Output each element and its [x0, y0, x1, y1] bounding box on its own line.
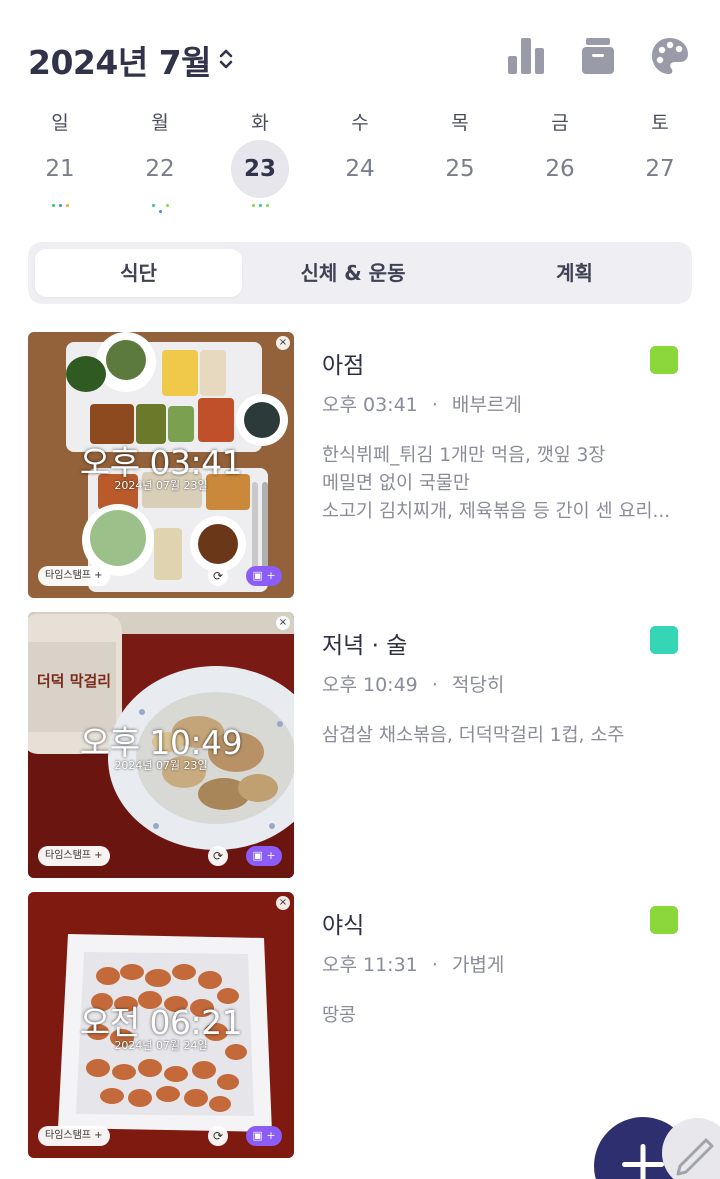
tab-body-exercise[interactable]: 신체 & 운동 [242, 249, 464, 297]
meta-separator: · [431, 394, 438, 416]
day-of-week: 목 [451, 112, 469, 134]
meal-meta: 오후 10:49 · 적당히 [322, 670, 504, 697]
day-cell[interactable]: 목 25 [410, 100, 510, 230]
entry-dot [265, 204, 269, 207]
meal-entry[interactable]: 더덕 막걸리 × 오후 10:49 2024년 07월 23일 타임스탬프 + … [28, 612, 692, 878]
meal-time: 오후 03:41 [322, 394, 418, 416]
tab-diet[interactable]: 식단 [35, 249, 242, 297]
photo-date: 2024년 07월 23일 [114, 759, 208, 772]
day-of-week: 월 [151, 112, 169, 134]
meal-fullness: 적당히 [451, 674, 505, 696]
day-of-week: 화 [251, 112, 269, 134]
entry-dot [251, 204, 255, 207]
bottle-label: 더덕 막걸리 [36, 672, 112, 690]
meal-photo[interactable]: × 오전 06:21 2024년 07월 24일 타임스탬프 + ⟳ ▣ + [28, 892, 294, 1158]
entry-dot [158, 210, 162, 213]
entry-dots [510, 204, 610, 216]
note-line: 삼겹살 채소볶음, 더덕막걸리 1컵, 소주 [322, 725, 625, 746]
day-cell[interactable]: 일 21 [10, 100, 110, 230]
day-number: 25 [445, 156, 475, 182]
day-of-week: 수 [351, 112, 369, 134]
add-photo-button[interactable]: ▣ + [246, 846, 282, 866]
tab-plan[interactable]: 계획 [464, 249, 685, 297]
meal-note: 한식뷔페_튀김 1개만 먹음, 깻잎 3장 메밀면 없이 국물만 소고기 김치찌… [322, 442, 684, 526]
entry-dots [310, 204, 410, 216]
meal-entry[interactable]: × 오전 06:21 2024년 07월 24일 타임스탬프 + ⟳ ▣ + 야… [28, 892, 692, 1158]
meal-meta: 오후 11:31 · 가볍게 [322, 950, 504, 977]
palette-icon[interactable] [650, 34, 690, 78]
day-cell[interactable]: 금 26 [510, 100, 610, 230]
entry-dot [65, 204, 69, 207]
timestamp-button[interactable]: 타임스탬프 + [38, 566, 110, 586]
meal-fullness: 가볍게 [451, 954, 505, 976]
sync-icon[interactable]: ⟳ [208, 566, 228, 586]
entry-dots [610, 204, 710, 216]
note-line: 소고기 김치찌개, 제육볶음 등 간이 센 요리... [322, 501, 671, 522]
edit-button[interactable] [662, 1118, 720, 1179]
header: 2024년 7월 [28, 30, 692, 86]
month-switch-icon[interactable] [216, 44, 236, 74]
meal-title: 저녁 · 술 [322, 633, 408, 659]
sync-icon[interactable]: ⟳ [208, 846, 228, 866]
note-line: 한식뷔페_튀김 1개만 먹음, 깻잎 3장 [322, 445, 606, 466]
meal-photo[interactable]: 더덕 막걸리 × 오후 10:49 2024년 07월 23일 타임스탬프 + … [28, 612, 294, 878]
entry-dot [258, 204, 262, 207]
day-cell[interactable]: 토 27 [610, 100, 710, 230]
day-number: 23 [243, 156, 276, 182]
day-of-week: 토 [651, 112, 669, 134]
day-of-week: 금 [551, 112, 569, 134]
meta-separator: · [431, 954, 438, 976]
day-of-week: 일 [51, 112, 69, 134]
timestamp-button[interactable]: 타임스탬프 + [38, 1126, 110, 1146]
meal-title: 야식 [322, 913, 365, 939]
meal-color-tag[interactable] [650, 346, 678, 374]
day-number: 27 [645, 156, 675, 182]
note-line: 메밀면 없이 국물만 [322, 473, 470, 494]
meal-entry[interactable]: × 오후 03:41 2024년 07월 23일 타임스탬프 + ⟳ ▣ + 아… [28, 332, 692, 598]
day-cell[interactable]: 월 22 [110, 100, 210, 230]
entry-dot [51, 204, 55, 207]
day-number: 26 [545, 156, 575, 182]
entry-dots [110, 204, 210, 216]
photo-date: 2024년 07월 23일 [114, 479, 208, 492]
bar-chart-icon[interactable] [506, 34, 546, 78]
week-strip: 일 21 월 22 화 23 수 24 목 25 금 26 토 27 [10, 100, 710, 230]
meal-note: 삼겹살 채소볶음, 더덕막걸리 1컵, 소주 [322, 722, 684, 750]
close-icon[interactable]: × [276, 896, 290, 910]
entry-dot [58, 204, 62, 207]
day-cell[interactable]: 수 24 [310, 100, 410, 230]
day-number: 21 [45, 156, 75, 182]
day-cell[interactable]: 화 23 [210, 100, 310, 230]
entry-dots [10, 204, 110, 216]
close-icon[interactable]: × [276, 336, 290, 350]
close-icon[interactable]: × [276, 616, 290, 630]
meta-separator: · [431, 674, 438, 696]
tab-bar: 식단 신체 & 운동 계획 [28, 242, 692, 304]
meal-time: 오후 10:49 [322, 674, 418, 696]
add-photo-button[interactable]: ▣ + [246, 566, 282, 586]
sync-icon[interactable]: ⟳ [208, 1126, 228, 1146]
entry-dots [410, 204, 510, 216]
note-line: 땅콩 [322, 1005, 357, 1026]
header-actions [502, 34, 692, 78]
meal-time: 오후 11:31 [322, 954, 418, 976]
meal-meta: 오후 03:41 · 배부르게 [322, 390, 522, 417]
photo-date: 2024년 07월 24일 [114, 1039, 208, 1052]
meal-photo[interactable]: × 오후 03:41 2024년 07월 23일 타임스탬프 + ⟳ ▣ + [28, 332, 294, 598]
entry-dot [165, 204, 169, 207]
meal-color-tag[interactable] [650, 626, 678, 654]
entry-dots [210, 204, 310, 216]
timestamp-button[interactable]: 타임스탬프 + [38, 846, 110, 866]
add-photo-button[interactable]: ▣ + [246, 1126, 282, 1146]
day-number: 24 [345, 156, 375, 182]
day-number: 22 [145, 156, 175, 182]
meal-note: 땅콩 [322, 1002, 684, 1030]
month-title[interactable]: 2024년 7월 [28, 36, 212, 84]
meal-fullness: 배부르게 [451, 394, 522, 416]
pencil-icon [676, 1138, 714, 1176]
entry-dot [151, 204, 155, 207]
meal-title: 아점 [322, 353, 365, 379]
archive-box-icon[interactable] [578, 34, 618, 78]
meal-color-tag[interactable] [650, 906, 678, 934]
